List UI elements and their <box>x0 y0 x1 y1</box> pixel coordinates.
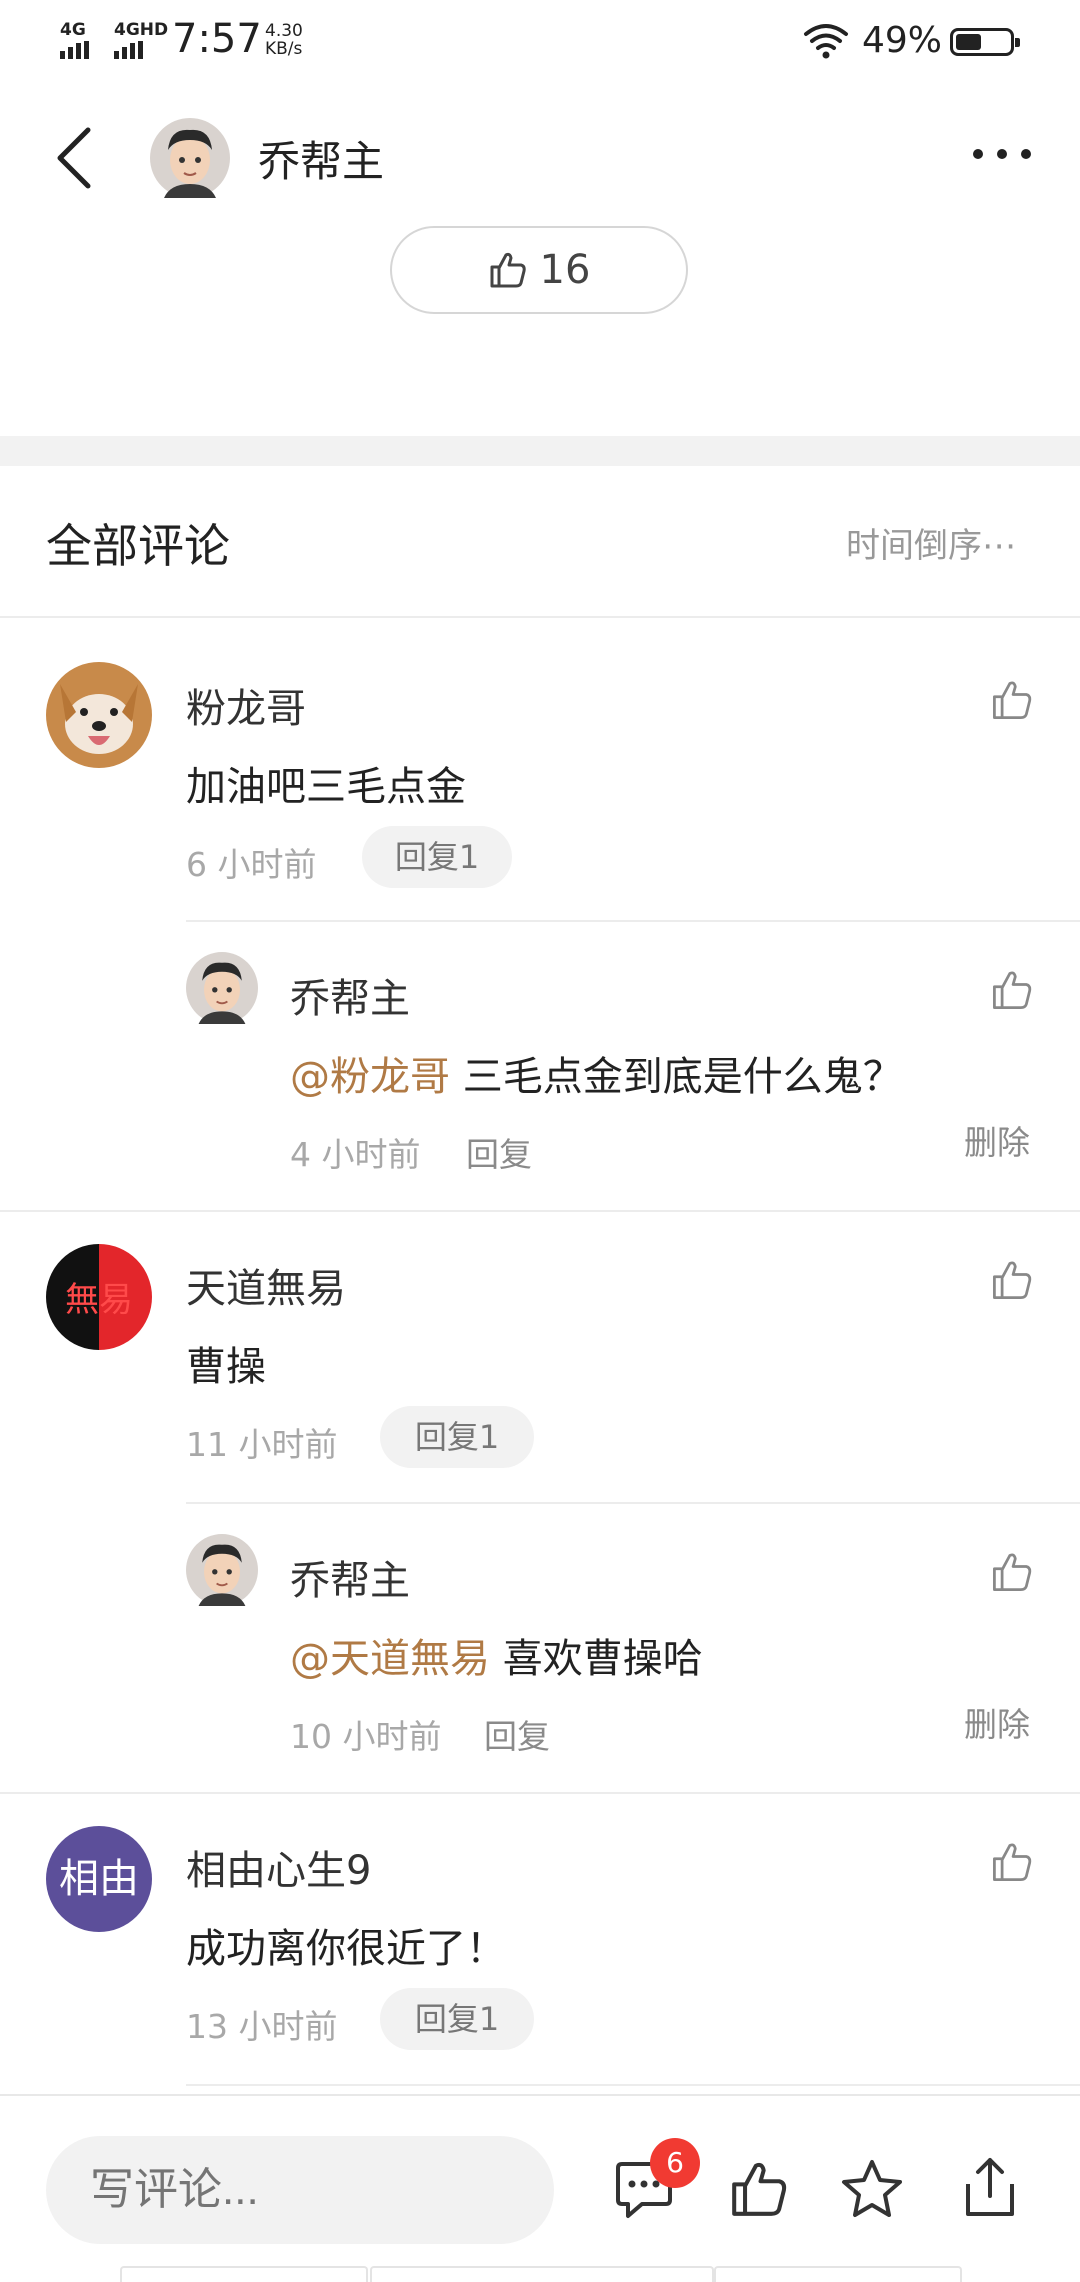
reply-like-icon[interactable] <box>990 1550 1034 1594</box>
divider <box>0 1792 1080 1794</box>
reply-button[interactable]: 回复 <box>466 1128 532 1176</box>
more-options-icon[interactable] <box>970 146 1034 162</box>
divider <box>186 1502 1080 1504</box>
divider <box>186 920 1080 922</box>
network-speed-value: 4.30 <box>265 21 303 41</box>
signal-label-1: 4G <box>60 20 86 40</box>
signal-bars-2-icon <box>114 40 146 59</box>
mention-link[interactable]: @天道無易 <box>290 1636 490 1682</box>
author-name[interactable]: 乔帮主 <box>258 128 384 189</box>
reply-time: 10 小时前 <box>290 1717 442 1756</box>
signal-bars-1-icon <box>60 40 92 59</box>
divider <box>0 1210 1080 1212</box>
sort-selector[interactable]: 时间倒序⋯ <box>846 518 1016 567</box>
signal-label-2: 4GHD <box>114 20 169 40</box>
network-speed-unit: KB/s <box>265 39 303 59</box>
post-like-button[interactable]: 16 <box>390 226 688 314</box>
clock: 7:57 <box>172 16 262 62</box>
post-like-count: 16 <box>539 247 591 293</box>
reply-count-button[interactable]: 回复1 <box>380 1406 534 1468</box>
network-speed: 4.30 KB/s <box>265 22 303 58</box>
commenter-avatar[interactable]: 相由 <box>46 1826 152 1932</box>
divider <box>0 616 1080 618</box>
commenter-name[interactable]: 粉龙哥 <box>186 676 306 734</box>
reply-time: 4 小时前 <box>290 1135 421 1174</box>
comment-count-badge: 6 <box>650 2138 700 2188</box>
comment-time: 6 小时前 <box>186 845 317 884</box>
delete-button[interactable]: 删除 <box>964 1116 1030 1164</box>
favorite-star-icon[interactable] <box>840 2158 904 2220</box>
comment-like-icon[interactable] <box>990 678 1034 722</box>
reply-avatar[interactable] <box>186 952 258 1024</box>
status-bar: 4G 4GHD 7:57 4.30 KB/s 49% <box>0 0 1080 84</box>
share-icon[interactable] <box>960 2154 1020 2220</box>
commenter-name[interactable]: 天道無易 <box>186 1256 346 1314</box>
comment-text: 加油吧三毛点金 <box>186 764 466 810</box>
comment-text: 曹操 <box>186 1344 266 1390</box>
back-button[interactable] <box>54 126 94 190</box>
commenter-name[interactable]: 相由心生9 <box>186 1838 371 1896</box>
commenter-avatar[interactable] <box>46 662 152 768</box>
comment-like-icon[interactable] <box>990 1258 1034 1302</box>
reply-text: @粉龙哥 三毛点金到底是什么鬼？ <box>290 1044 903 1102</box>
comment-time: 11 小时前 <box>186 1425 338 1464</box>
thumbs-up-icon <box>490 252 526 288</box>
reply-like-icon[interactable] <box>990 968 1034 1012</box>
reply-author-name[interactable]: 乔帮主 <box>290 1548 410 1606</box>
reply-button[interactable]: 回复 <box>484 1710 550 1758</box>
commenter-avatar[interactable]: 無易 <box>46 1244 152 1350</box>
reply-author-name[interactable]: 乔帮主 <box>290 966 410 1024</box>
reply-body: 三毛点金到底是什么鬼？ <box>450 1054 903 1100</box>
reply-text: @天道無易 喜欢曹操哈 <box>290 1626 703 1684</box>
comments-title: 全部评论 <box>46 519 230 573</box>
section-separator <box>0 436 1080 466</box>
comment-time: 13 小时前 <box>186 2007 338 2046</box>
avatar-text: 無易 <box>65 1280 133 1320</box>
comment-like-icon[interactable] <box>990 1840 1034 1884</box>
divider <box>186 2084 1080 2086</box>
reply-count-button[interactable]: 回复1 <box>362 826 512 888</box>
wifi-icon <box>804 24 848 59</box>
battery-icon <box>950 28 1020 56</box>
like-icon[interactable] <box>728 2158 790 2220</box>
delete-button[interactable]: 删除 <box>964 1698 1030 1746</box>
reply-count-button[interactable]: 回复1 <box>380 1988 534 2050</box>
comment-text: 成功离你很近了！ <box>186 1926 506 1972</box>
comment-input[interactable] <box>46 2136 554 2244</box>
mention-link[interactable]: @粉龙哥 <box>290 1054 450 1100</box>
reply-avatar[interactable] <box>186 1534 258 1606</box>
reply-body: 喜欢曹操哈 <box>490 1636 703 1682</box>
author-avatar[interactable] <box>150 118 230 198</box>
battery-percent: 49% <box>862 20 943 61</box>
